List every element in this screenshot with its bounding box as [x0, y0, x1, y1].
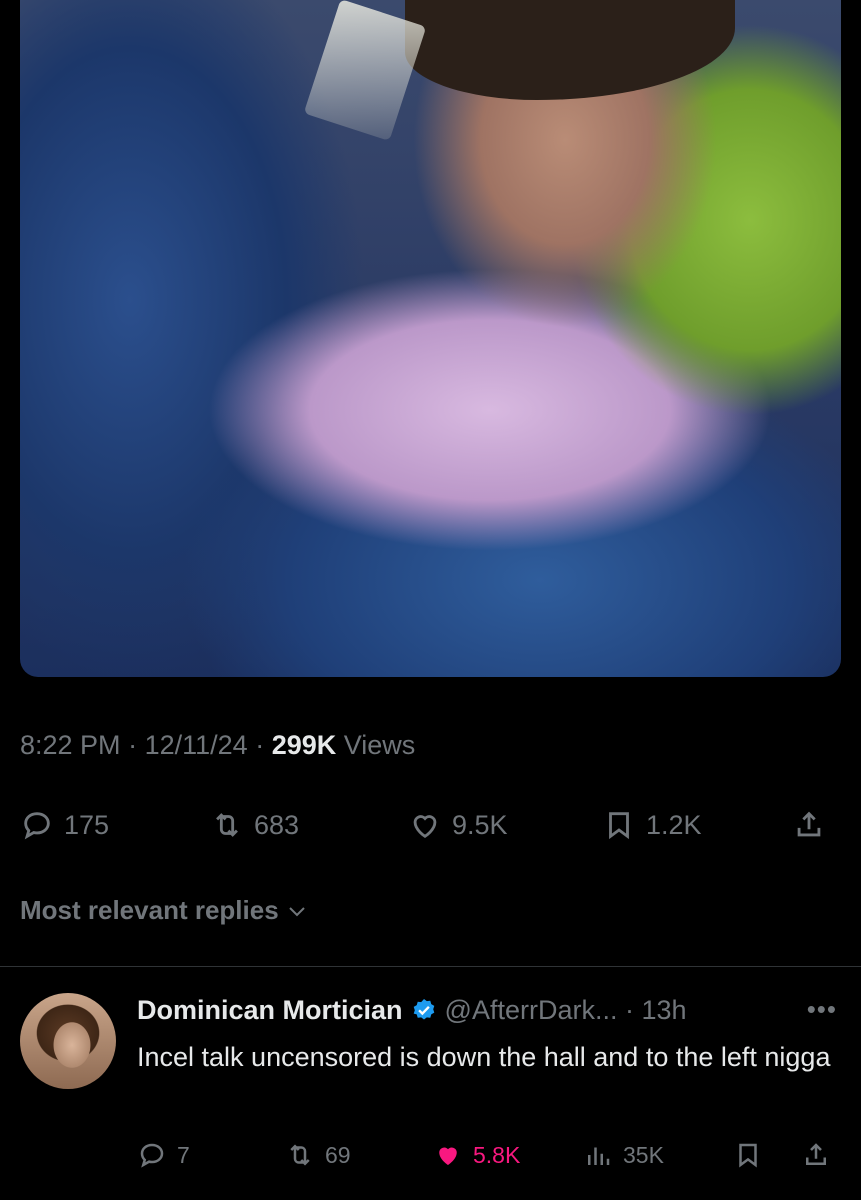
repost-icon — [216, 813, 238, 837]
reply-repost-button[interactable]: 69 — [285, 1138, 351, 1172]
tweet-media-photo[interactable] — [20, 0, 841, 677]
share-button[interactable] — [792, 805, 826, 845]
repost-button[interactable]: 683 — [210, 805, 299, 845]
bookmark-count: 1.2K — [646, 809, 702, 840]
tweet-date[interactable]: 12/11/24 — [145, 730, 248, 760]
reply-text: Incel talk uncensored is down the hall a… — [137, 1042, 831, 1072]
reply-button[interactable]: 175 — [20, 805, 109, 845]
reply-reply-count: 7 — [177, 1141, 190, 1168]
reply-icon — [140, 1143, 164, 1168]
repost-count: 683 — [254, 809, 300, 840]
avatar[interactable] — [20, 993, 116, 1089]
reply-reply-button[interactable]: 7 — [137, 1138, 190, 1172]
share-icon — [806, 1143, 826, 1165]
reply-icon — [24, 812, 50, 840]
chevron-down-icon — [288, 906, 305, 916]
reply-repost-count: 69 — [325, 1141, 351, 1168]
like-icon — [413, 815, 437, 839]
like-icon — [439, 1147, 457, 1165]
reply-author-handle[interactable]: @AfterrDark... — [445, 995, 618, 1026]
divider — [0, 966, 861, 967]
tweet-actions: 175 683 9.5K 1.2K — [20, 805, 840, 845]
reply-timestamp[interactable]: 13h — [641, 995, 686, 1026]
verified-badge-icon — [413, 998, 434, 1020]
reply-share-button[interactable] — [801, 1138, 831, 1172]
tweet-time[interactable]: 8:22 PM — [20, 730, 121, 760]
reply-author-name[interactable]: Dominican Mortician — [137, 995, 403, 1026]
share-icon — [797, 811, 821, 837]
views-icon — [588, 1147, 610, 1165]
tweet-meta: 8:22 PM · 12/11/24 · 299K Views — [20, 730, 416, 760]
views-label: Views — [343, 730, 416, 760]
reply-views-button[interactable]: 35K — [583, 1138, 664, 1172]
like-button[interactable]: 9.5K — [408, 805, 508, 845]
reply-views-count: 35K — [623, 1141, 664, 1168]
repost-icon — [290, 1144, 310, 1166]
more-icon[interactable]: ••• — [807, 994, 837, 1025]
photo-detail — [303, 0, 427, 141]
bookmark-button[interactable]: 1.2K — [602, 805, 702, 845]
views-count: 299K — [271, 730, 337, 760]
reply-actions: 7 69 5.8K 35K — [137, 1138, 837, 1172]
reply-bookmark-button[interactable] — [733, 1138, 763, 1172]
reply-like-button[interactable]: 5.8K — [433, 1138, 520, 1172]
replies-sort-label: Most relevant replies — [20, 895, 279, 925]
photo-detail — [405, 0, 735, 100]
like-count: 9.5K — [452, 809, 508, 840]
reply-header: Dominican Mortician @AfterrDark... · 13h… — [137, 994, 837, 1026]
replies-sort-toggle[interactable]: Most relevant replies — [20, 895, 309, 926]
reply-like-count: 5.8K — [473, 1141, 521, 1168]
bookmark-icon — [609, 812, 629, 840]
bookmark-icon — [739, 1143, 757, 1168]
reply-count: 175 — [64, 809, 110, 840]
